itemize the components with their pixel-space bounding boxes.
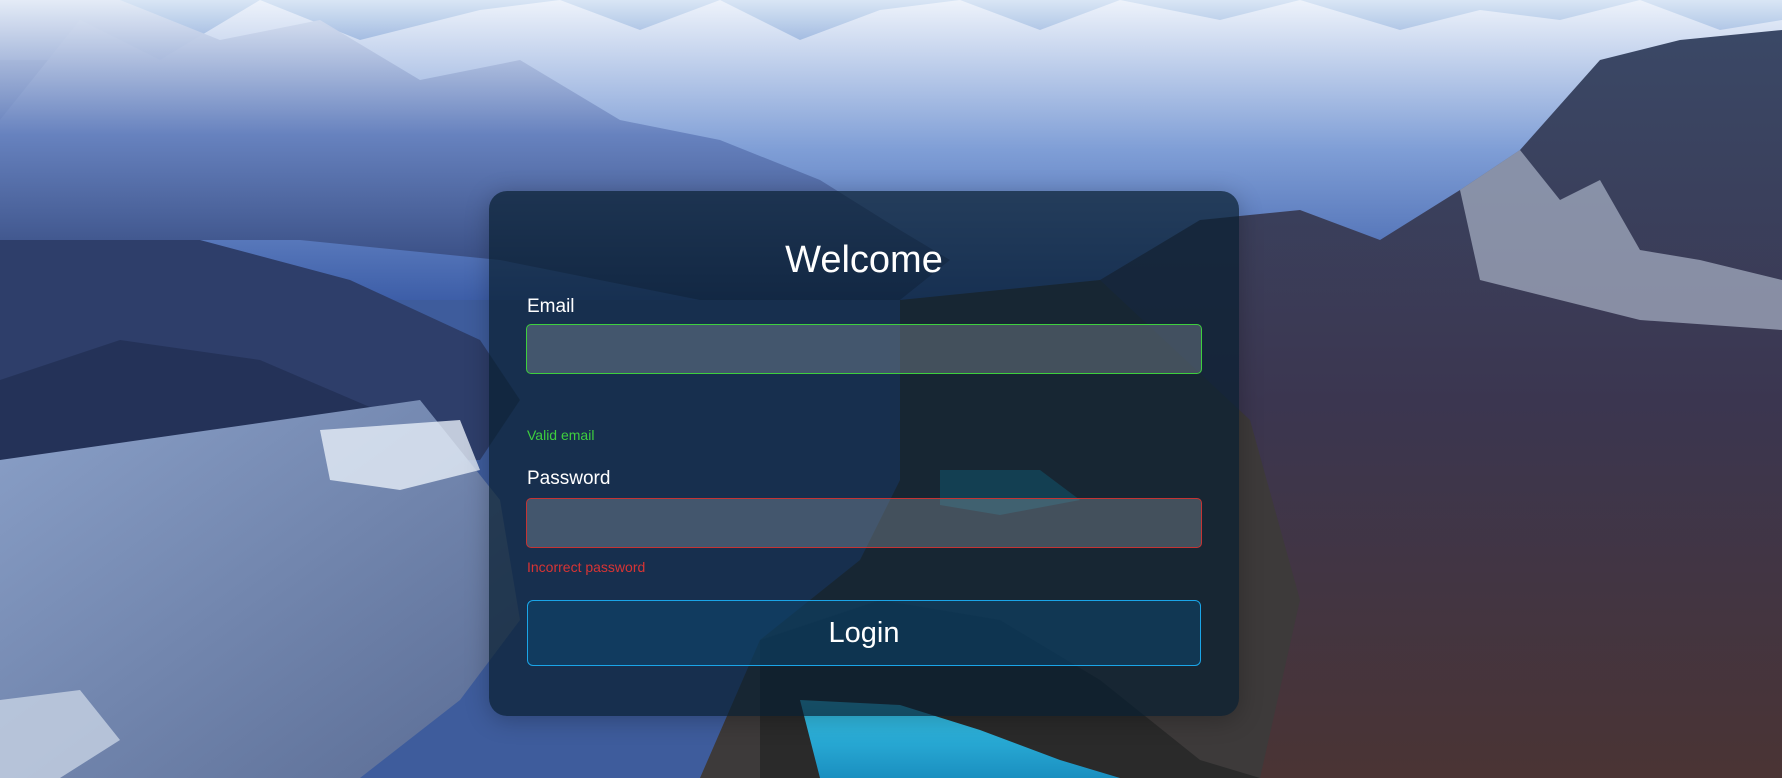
email-label: Email bbox=[527, 296, 575, 317]
login-button[interactable]: Login bbox=[527, 600, 1201, 666]
password-error-hint: Incorrect password bbox=[527, 559, 646, 575]
email-valid-hint: Valid email bbox=[527, 427, 595, 443]
password-input[interactable] bbox=[526, 498, 1202, 548]
password-label: Password bbox=[527, 468, 611, 489]
welcome-title: Welcome bbox=[785, 239, 943, 281]
login-page: Welcome Email Valid email Password Incor… bbox=[0, 0, 1782, 778]
email-input[interactable] bbox=[526, 324, 1202, 374]
login-card: Welcome Email Valid email Password Incor… bbox=[489, 191, 1239, 716]
